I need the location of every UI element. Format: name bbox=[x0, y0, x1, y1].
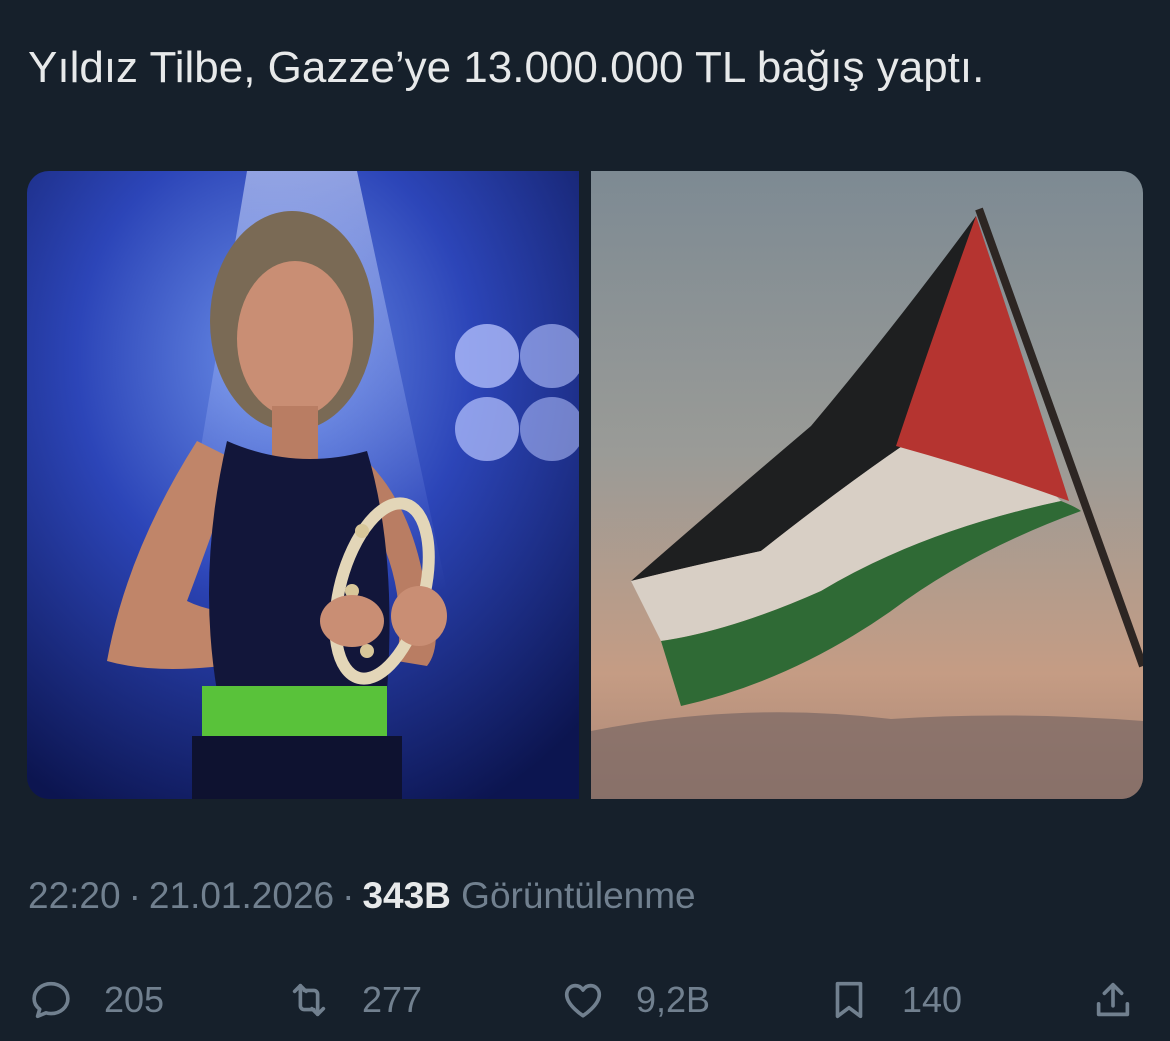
reply-button[interactable]: 205 bbox=[28, 968, 164, 1032]
tweet-metadata: 22:20 · 21.01.2026 · 343B Görüntülenme bbox=[28, 870, 696, 922]
reply-count: 205 bbox=[104, 979, 165, 1020]
tweet-text: Yıldız Tilbe, Gazze’ye 13.000.000 TL bağ… bbox=[28, 43, 985, 92]
share-icon bbox=[1096, 982, 1130, 1017]
media-image-performer[interactable] bbox=[27, 171, 579, 799]
views-count[interactable]: 343B bbox=[362, 875, 450, 916]
retweet-button[interactable]: 277 bbox=[286, 968, 422, 1032]
tweet-date[interactable]: 21.01.2026 bbox=[149, 875, 334, 916]
views-label: Görüntülenme bbox=[461, 875, 696, 916]
palestinian-flag-illustration bbox=[591, 171, 1143, 799]
media-grid bbox=[27, 171, 1143, 799]
bookmark-count: 140 bbox=[902, 979, 963, 1020]
retweet-icon bbox=[292, 983, 326, 1017]
heart-icon bbox=[564, 983, 602, 1018]
bookmark-icon bbox=[835, 981, 863, 1019]
meta-separator: · bbox=[342, 875, 355, 916]
reply-icon bbox=[32, 981, 70, 1019]
retweet-count: 277 bbox=[362, 979, 423, 1020]
performer-photo-illustration bbox=[27, 171, 579, 799]
bookmark-button[interactable]: 140 bbox=[826, 968, 962, 1032]
action-bar: 205 277 9,2B 140 bbox=[0, 968, 1170, 1032]
like-button[interactable]: 9,2B bbox=[560, 968, 710, 1032]
media-image-flag[interactable] bbox=[591, 171, 1143, 799]
like-count: 9,2B bbox=[636, 979, 711, 1020]
share-button[interactable] bbox=[1090, 968, 1136, 1032]
meta-separator: · bbox=[128, 875, 141, 916]
tweet-time[interactable]: 22:20 bbox=[28, 875, 121, 916]
